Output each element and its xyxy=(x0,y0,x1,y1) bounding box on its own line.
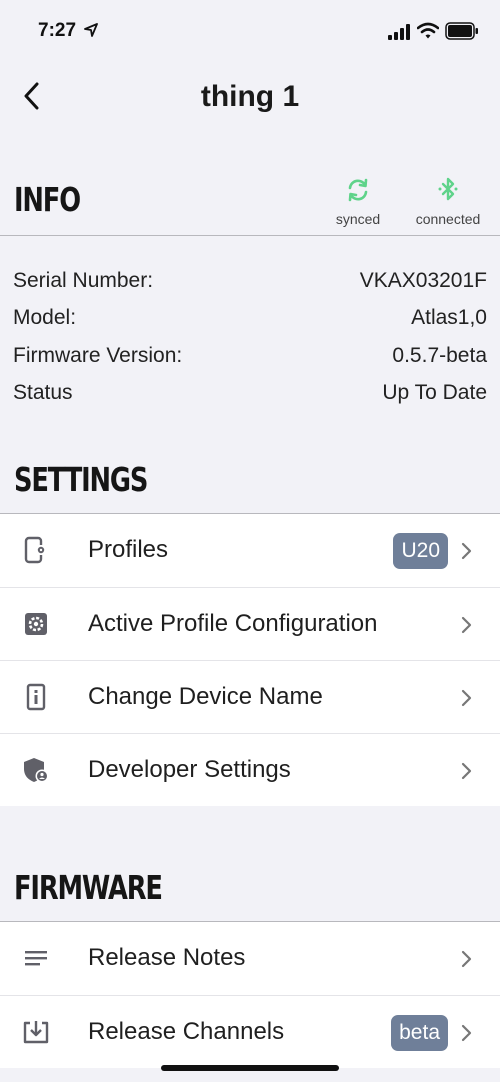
chevron-right-icon xyxy=(461,762,472,780)
chevron-right-icon xyxy=(461,1024,472,1042)
settings-item-label: Active Profile Configuration xyxy=(88,610,378,637)
info-label: Serial Number: xyxy=(13,268,154,292)
info-list: Serial Number: VKAX03201F Model: Atlas1,… xyxy=(13,262,487,412)
info-value: Atlas1,0 xyxy=(411,306,487,330)
gear-icon xyxy=(25,613,47,635)
firmware-item-label: Release Channels xyxy=(88,1018,285,1045)
info-value: VKAX03201F xyxy=(359,268,487,292)
chevron-right-icon xyxy=(461,689,472,707)
firmware-heading: FIRMWARE xyxy=(14,868,163,907)
device-settings-icon xyxy=(24,536,46,564)
info-label: Status xyxy=(13,381,73,405)
battery-icon xyxy=(445,22,478,40)
info-label: Model: xyxy=(13,306,77,330)
navigation-bar: thing 1 xyxy=(0,64,500,130)
settings-list: Profiles U20 Active Profile Configuratio… xyxy=(0,514,500,806)
info-row-status: Status Up To Date xyxy=(13,375,487,413)
firmware-item-label: Release Notes xyxy=(88,944,246,971)
profile-badge: U20 xyxy=(393,533,448,569)
cellular-signal-icon xyxy=(388,24,410,40)
status-bar: 7:27 xyxy=(0,0,500,64)
settings-item-profiles[interactable]: Profiles U20 xyxy=(0,514,500,587)
bluetooth-icon xyxy=(438,177,458,201)
settings-item-developer-settings[interactable]: Developer Settings xyxy=(0,733,500,806)
sync-status: synced xyxy=(318,176,398,227)
firmware-list: Release Notes Release Channels beta xyxy=(0,922,500,1068)
shield-user-icon xyxy=(24,758,49,783)
channel-badge: beta xyxy=(391,1015,448,1051)
info-label: Firmware Version: xyxy=(13,343,183,367)
info-row-model: Model: Atlas1,0 xyxy=(13,300,487,338)
chevron-right-icon xyxy=(461,616,472,634)
page-title: thing 1 xyxy=(200,80,300,113)
connection-status: connected xyxy=(408,176,488,227)
device-info-icon xyxy=(26,683,46,711)
settings-item-change-device-name[interactable]: Change Device Name xyxy=(0,660,500,733)
info-divider xyxy=(0,235,500,236)
settings-item-label: Change Device Name xyxy=(88,683,323,710)
settings-item-label: Developer Settings xyxy=(88,756,291,783)
settings-item-active-profile-configuration[interactable]: Active Profile Configuration xyxy=(0,587,500,660)
sync-icon xyxy=(348,178,368,202)
info-row-serial: Serial Number: VKAX03201F xyxy=(13,262,487,300)
notes-icon xyxy=(25,951,47,966)
info-value: 0.5.7-beta xyxy=(392,343,487,367)
settings-item-label: Profiles xyxy=(88,536,169,563)
firmware-item-release-channels[interactable]: Release Channels beta xyxy=(0,995,500,1068)
sync-label: synced xyxy=(335,211,381,227)
status-time: 7:27 xyxy=(38,20,77,41)
chevron-right-icon xyxy=(461,950,472,968)
info-value: Up To Date xyxy=(382,381,487,405)
home-indicator xyxy=(161,1065,339,1071)
info-row-firmware: Firmware Version: 0.5.7-beta xyxy=(13,337,487,375)
connection-label: connected xyxy=(415,211,481,227)
chevron-right-icon xyxy=(461,542,472,560)
wifi-icon xyxy=(417,22,439,39)
settings-heading: SETTINGS xyxy=(14,460,148,499)
firmware-item-release-notes[interactable]: Release Notes xyxy=(0,922,500,995)
info-heading: INFO xyxy=(14,180,81,219)
location-arrow-icon xyxy=(84,23,98,37)
download-box-icon xyxy=(23,1021,49,1044)
